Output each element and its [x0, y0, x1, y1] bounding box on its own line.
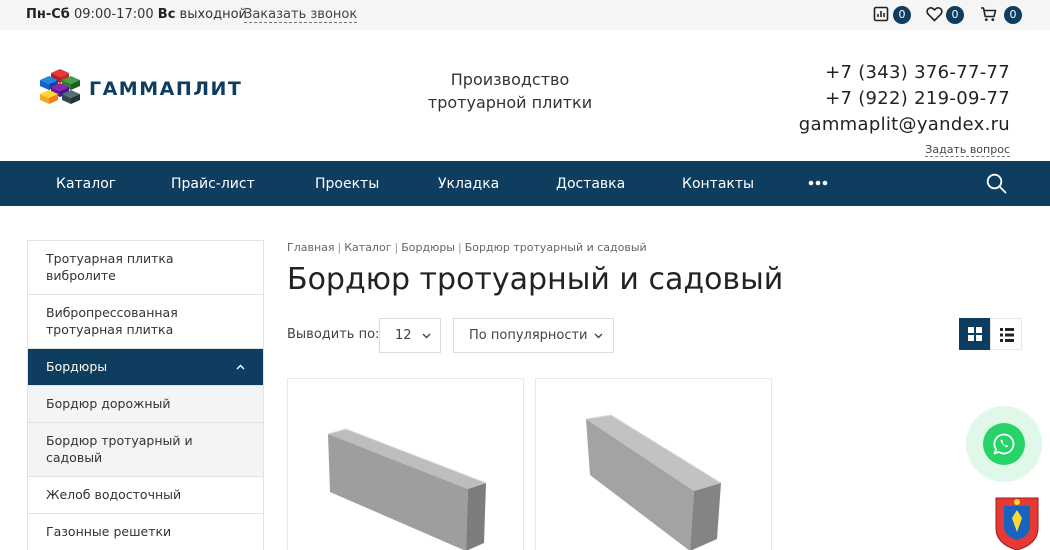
sidebar-item-garden-curb[interactable]: Бордюр тротуарный и садовый: [28, 423, 263, 477]
whatsapp-circle: [983, 423, 1025, 465]
breadcrumb: Главная | Каталог | Бордюры | Бордюр тротуарны…: [287, 241, 647, 254]
sidebar-item-road-curb[interactable]: Бордюр дорожный: [28, 386, 263, 423]
product-card[interactable]: [287, 378, 524, 550]
whatsapp-icon: [993, 433, 1015, 455]
cart-count-badge: 0: [1004, 6, 1022, 24]
favorites-button[interactable]: 0: [926, 5, 966, 25]
working-time: 09:00-17:00: [74, 7, 154, 22]
compare-count-badge: 0: [893, 6, 911, 24]
list-icon: [1000, 328, 1014, 342]
nav-price-list[interactable]: Прайс-лист: [171, 176, 255, 192]
top-bar: Пн-Сб 09:00-17:00 Вс выходной Заказать з…: [0, 0, 1050, 30]
list-view-button[interactable]: [990, 318, 1022, 350]
phone-2[interactable]: +7 (922) 219-09-77: [799, 86, 1010, 112]
email-link[interactable]: gammaplit@yandex.ru: [799, 112, 1010, 138]
nav-laying[interactable]: Укладка: [438, 176, 499, 192]
weekend-day: Вс: [157, 7, 176, 22]
breadcrumb-curbs[interactable]: Бордюры: [401, 241, 455, 254]
logo-icon[interactable]: [37, 69, 83, 111]
breadcrumb-current: Бордюр тротуарный и садовый: [464, 241, 647, 254]
tagline-line-2: тротуарной плитки: [427, 93, 593, 112]
catalog-sidebar: Тротуарная плитка вибролите Вибропрессов…: [27, 240, 264, 550]
compare-icon: [873, 6, 889, 22]
city-crest-logo-icon: [995, 497, 1039, 550]
product-image: [327, 428, 487, 550]
search-icon[interactable]: [986, 173, 1007, 194]
cart-button[interactable]: 0: [980, 5, 1022, 25]
breadcrumb-catalog[interactable]: Каталог: [344, 241, 391, 254]
tagline-line-1: Производство: [450, 70, 570, 89]
chevron-up-icon: [236, 364, 245, 370]
cart-icon: [981, 7, 997, 21]
sidebar-item-vibrocast-tiles[interactable]: Тротуарная плитка вибролите: [28, 241, 263, 295]
chevron-down-icon: [594, 333, 603, 339]
breadcrumb-home[interactable]: Главная: [287, 241, 335, 254]
header-contacts: +7 (343) 376-77-77 +7 (922) 219-09-77 ga…: [799, 60, 1010, 157]
main-navigation: Каталог Прайс-лист Проекты Укладка Доста…: [0, 161, 1050, 206]
sidebar-item-vibropressed-tiles[interactable]: Вибропрессованная тротуарная плитка: [28, 295, 263, 349]
more-menu-icon[interactable]: [808, 180, 828, 186]
phone-1[interactable]: +7 (343) 376-77-77: [799, 60, 1010, 86]
per-page-label: Выводить по:: [287, 327, 380, 342]
working-days: Пн-Сб: [26, 7, 70, 22]
nav-contacts[interactable]: Контакты: [682, 176, 754, 192]
sidebar-item-label: Бордюры: [46, 359, 108, 374]
nav-projects[interactable]: Проекты: [315, 176, 379, 192]
grid-view-button[interactable]: [959, 318, 991, 350]
grid-icon: [968, 327, 982, 341]
per-page-value: 12: [395, 328, 412, 343]
heart-icon: [926, 7, 943, 22]
favorites-count-badge: 0: [946, 6, 964, 24]
sort-select[interactable]: По популярности: [453, 318, 614, 353]
logo-text[interactable]: ГАММАПЛИТ: [89, 78, 242, 100]
page-title: Бордюр тротуарный и садовый: [287, 262, 784, 297]
sidebar-item-lawn-grids[interactable]: Газонные решетки: [28, 514, 263, 550]
compare-button[interactable]: 0: [873, 5, 913, 25]
sort-value: По популярности: [469, 328, 588, 343]
nav-catalog[interactable]: Каталог: [56, 176, 116, 192]
nav-delivery[interactable]: Доставка: [556, 176, 625, 192]
product-card[interactable]: [535, 378, 772, 550]
sidebar-item-curbs[interactable]: Бордюры: [28, 349, 263, 386]
product-image: [585, 414, 722, 550]
ask-question-link[interactable]: Задать вопрос: [925, 143, 1010, 157]
working-hours: Пн-Сб 09:00-17:00 Вс выходной: [26, 7, 247, 22]
callback-link[interactable]: Заказать звонок: [244, 7, 358, 23]
weekend-label: выходной: [179, 7, 248, 22]
whatsapp-button[interactable]: [966, 406, 1042, 482]
per-page-select[interactable]: 12: [379, 318, 441, 353]
chevron-down-icon: [422, 333, 431, 339]
company-tagline: Производство тротуарной плитки: [410, 68, 610, 114]
sidebar-item-drain[interactable]: Желоб водосточный: [28, 477, 263, 514]
